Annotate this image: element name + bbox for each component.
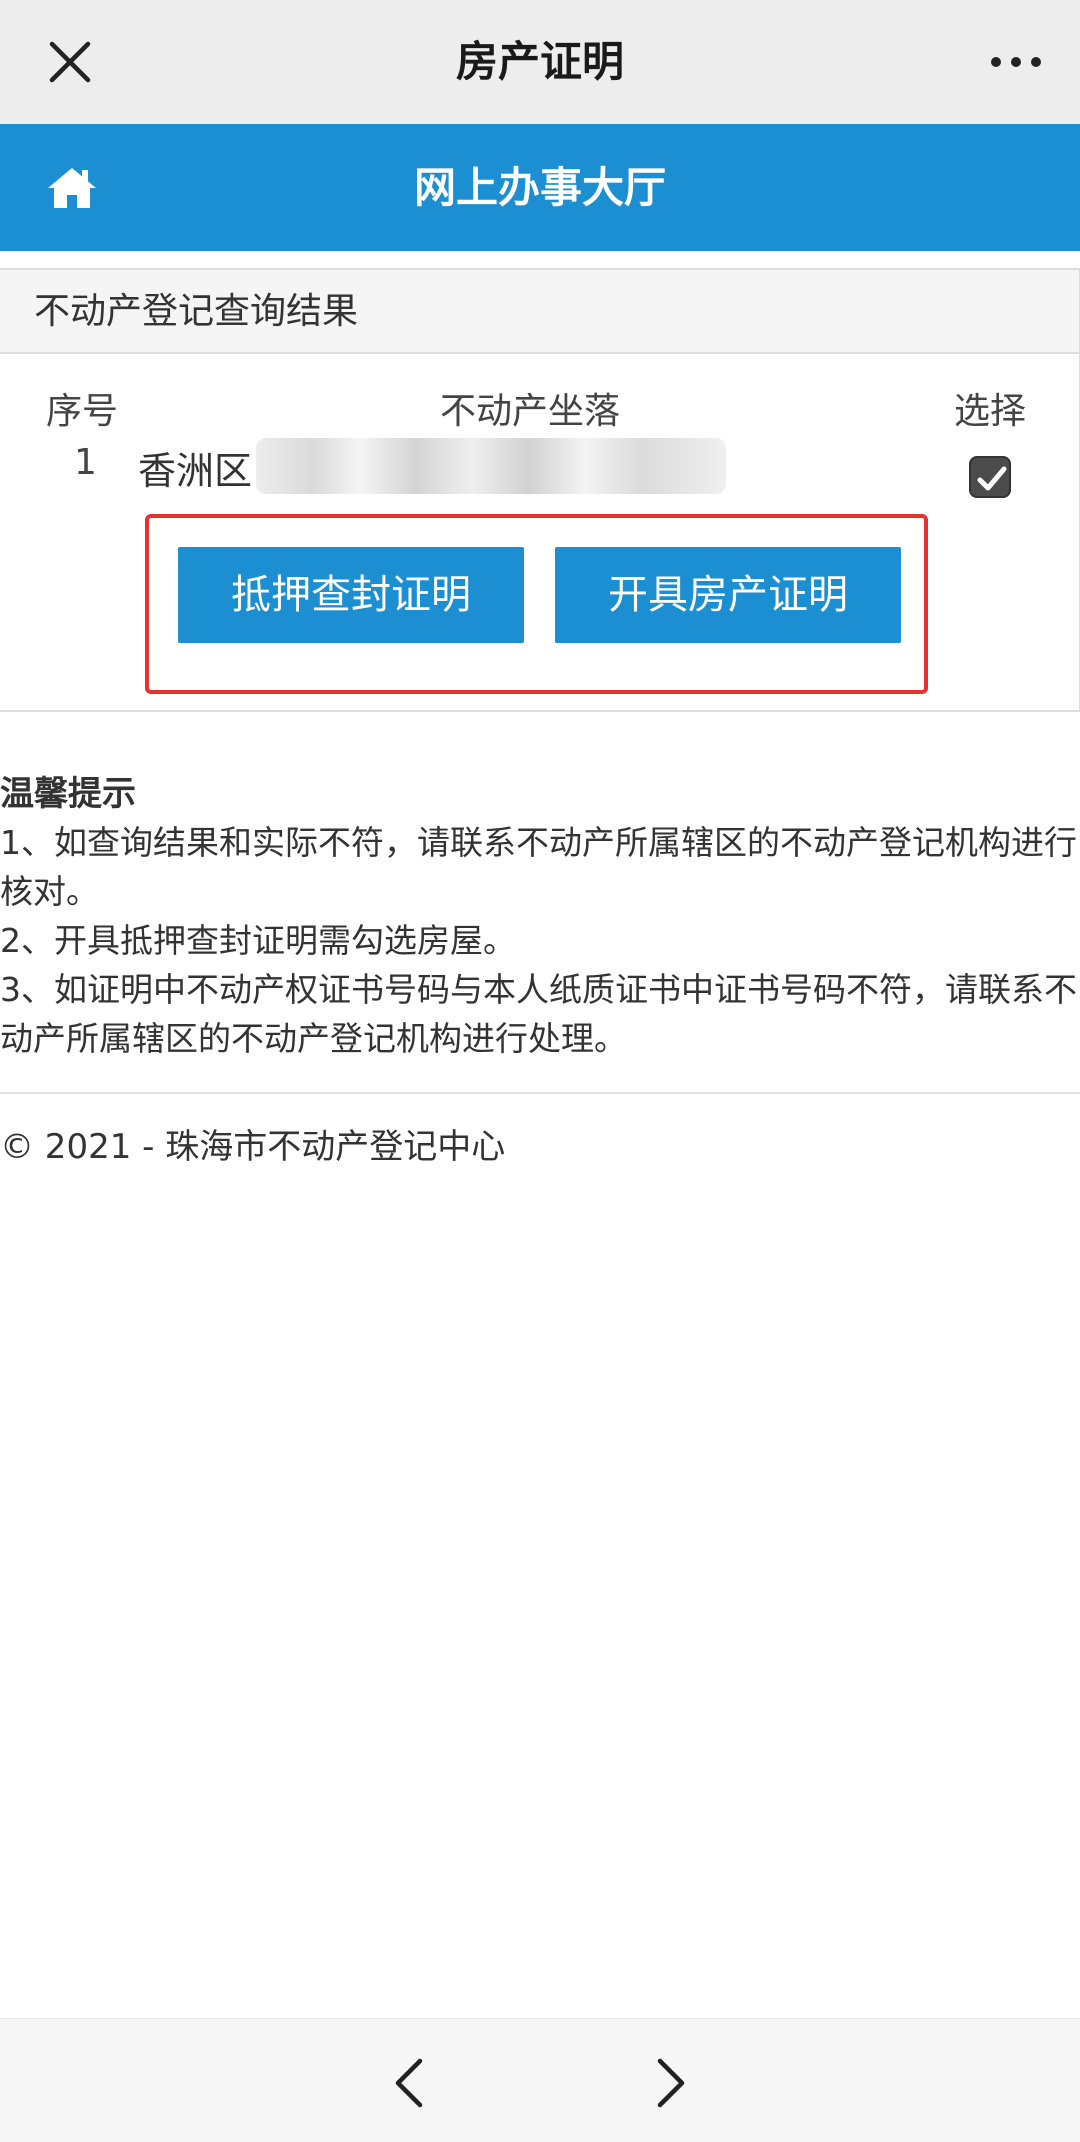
header-title: 网上办事大厅 — [413, 163, 666, 212]
mortgage-seizure-certificate-button[interactable]: 抵押查封证明 — [178, 547, 524, 643]
page-title: 房产证明 — [455, 37, 624, 86]
footer-copyright: © 2021 - 珠海市不动产登记中心 — [0, 1127, 506, 1167]
bottom-nav-bar — [0, 2018, 1080, 2142]
issue-property-certificate-button[interactable]: 开具房产证明 — [555, 547, 901, 643]
tip-item: 1、如查询结果和实际不符，请联系不动产所属辖区的不动产登记机构进行核对。 — [0, 823, 1077, 911]
tips-heading: 温馨提示 — [0, 774, 136, 814]
checkmark-icon — [977, 466, 1007, 491]
tip-item: 3、如证明中不动产权证书号码与本人纸质证书中证书号码不符，请联系不动产所属辖区的… — [0, 970, 1077, 1058]
tips-section: 温馨提示 1、如查询结果和实际不符，请联系不动产所属辖区的不动产登记机构进行核对… — [0, 770, 1080, 1063]
select-checkbox[interactable] — [969, 456, 1011, 498]
row-location: 香洲区 — [138, 449, 253, 493]
top-bar: 房产证明 — [0, 0, 1080, 124]
back-arrow-icon[interactable] — [386, 2053, 432, 2113]
panel-heading: 不动产登记查询结果 — [0, 270, 1079, 354]
tip-item: 2、开具抵押查封证明需勾选房屋。 — [0, 921, 516, 960]
column-header-select: 选择 — [954, 391, 1027, 432]
column-header-location: 不动产坐落 — [440, 391, 621, 432]
divider — [0, 1092, 1080, 1094]
forward-arrow-icon[interactable] — [648, 2053, 694, 2113]
row-index: 1 — [74, 442, 97, 483]
redacted-address — [256, 438, 726, 494]
column-header-index: 序号 — [46, 391, 119, 432]
more-icon[interactable] — [986, 40, 1046, 84]
site-header: 网上办事大厅 — [0, 124, 1080, 251]
